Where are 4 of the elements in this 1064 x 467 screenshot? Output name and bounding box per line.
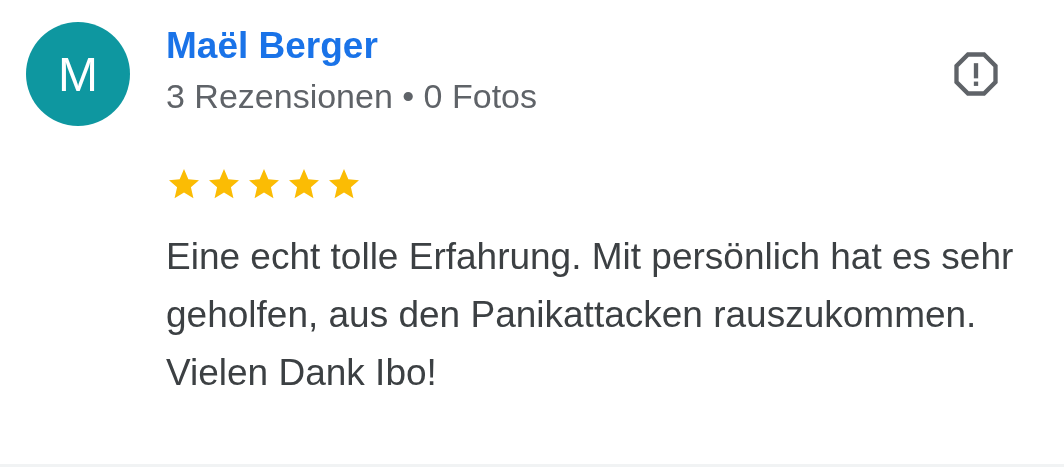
reviewer-stats: 3 Rezensionen • 0 Fotos (166, 76, 537, 116)
avatar[interactable]: M (26, 22, 130, 126)
review-text: Eine echt tolle Erfahrung. Mit persönlich hat es sehr geholfen, aus den Panikattacken rauszukommen. Vielen Dank Ibo! (166, 235, 1015, 395)
reviewer-name[interactable]: Maël Berger (166, 24, 378, 68)
